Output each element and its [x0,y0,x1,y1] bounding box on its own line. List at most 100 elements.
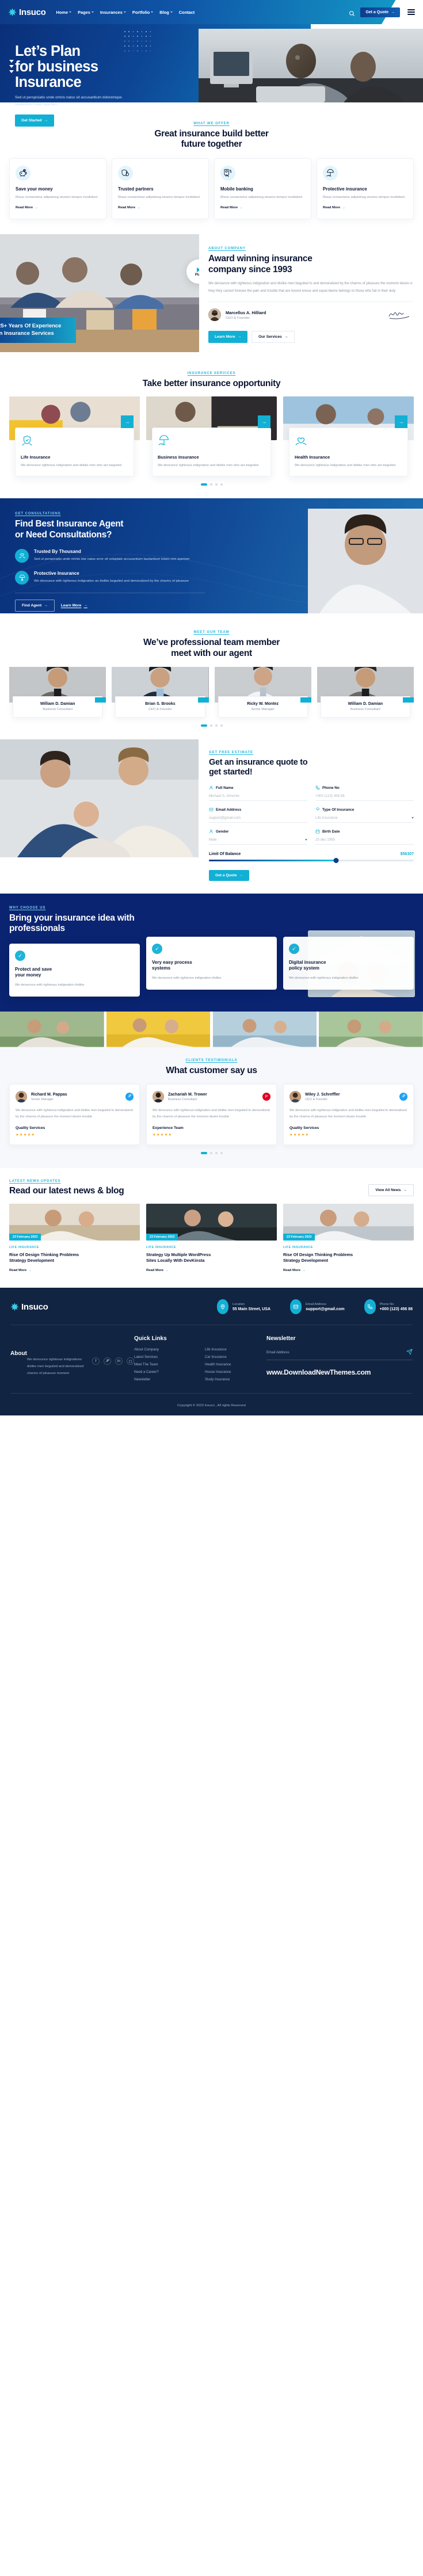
offer-card-readmore[interactable]: Read More → [16,206,38,209]
carousel-dot-active[interactable] [200,724,207,727]
logo[interactable]: Insuco [8,7,46,17]
carousel-dot[interactable] [215,724,218,727]
why-card[interactable]: ✓ Protect and save your money We denounc… [9,944,140,997]
testimonials-carousel-dots[interactable] [9,1151,414,1154]
offer-card[interactable]: Trusted partners Risus consectetur adipi… [112,158,209,220]
carousel-dot[interactable] [215,1151,218,1154]
carousel-dot[interactable] [209,1151,212,1154]
footer-link[interactable]: About Company [134,1348,196,1352]
gallery-image[interactable] [0,1012,104,1047]
send-icon[interactable] [406,1349,413,1356]
footer-link[interactable]: Need a Career? [134,1371,196,1374]
quote-submit-button[interactable]: Get a Quote → [209,869,249,881]
menu-toggle-icon[interactable] [407,9,415,15]
linkedin-icon[interactable]: in [115,1357,123,1365]
email-input[interactable]: support@gmail.com [209,813,307,823]
team-member-arrow-button[interactable]: → [197,697,209,703]
search-icon[interactable] [349,9,355,16]
carousel-dot-active[interactable] [200,483,207,486]
find-agent-button[interactable]: Find Agent → [15,599,55,612]
hero-content: Let’s Plan for business Insurance Sed ut… [9,31,176,127]
carousel-dot[interactable] [209,483,212,486]
phone-input[interactable]: +000 (123) 456 88 [315,791,414,801]
footer-link[interactable]: Study Insurance [205,1378,266,1382]
blog-post-readmore[interactable]: Read More → [283,1269,306,1272]
nav-item-insurances[interactable]: Insurances [100,10,126,15]
offer-card[interactable]: $ Save your money Risus consectetur adip… [9,158,106,220]
blog-post-card[interactable]: 23 February 2023 LIFE INSURANCE Rise Of … [9,1203,140,1274]
team-member-card[interactable]: → William D. Damian Business Consultant [317,667,414,718]
insurance-type-select[interactable]: Life Insurance [315,813,414,823]
footer-link[interactable]: Car Insurance [205,1356,266,1359]
pinterest-icon[interactable]: P [262,1093,270,1101]
team-carousel-dots[interactable] [9,724,414,727]
footer-link[interactable]: House Insurance [205,1371,266,1374]
slider-knob[interactable] [333,857,339,863]
footer-link[interactable]: Life Insurance [205,1348,266,1352]
testimonial-card[interactable]: Wiley J. Schreffler CEO & Founder 𝒫 We d… [283,1084,414,1145]
gallery-image[interactable] [212,1012,317,1047]
service-card[interactable]: → Health Insurance We denounce righteous… [283,396,414,477]
hero-learn-more-button[interactable]: Learn More → [58,114,99,127]
nav-item-pages[interactable]: Pages [78,10,94,15]
carousel-dot[interactable] [220,483,223,486]
nav-item-portfolio[interactable]: Portfolio [132,10,154,15]
offer-card[interactable]: Protective insurance Risus consectetur a… [317,158,414,220]
service-arrow-button[interactable]: → [395,415,407,429]
about-learn-more-button[interactable]: Learn More → [208,330,248,343]
carousel-dot[interactable] [215,483,218,486]
team-member-card[interactable]: → Brian S. Brooks CEO & Founder [112,667,209,718]
blog-post-card[interactable]: 23 February 2023 LIFE INSURANCE Strategy… [146,1203,277,1274]
team-member-card[interactable]: → William D. Damian Business Consultant [9,667,106,718]
get-quote-button[interactable]: Get a Quote → [360,7,400,17]
nav-item-home[interactable]: Home [56,10,72,15]
offer-card-readmore[interactable]: Read More → [220,206,243,209]
gallery-image[interactable] [319,1012,423,1047]
offer-card[interactable]: Mobile banking Risus consectetur adipisi… [214,158,311,220]
blog-post-readmore[interactable]: Read More → [146,1269,169,1272]
why-card[interactable]: ✓ Very easy process systems We denounce … [146,937,277,990]
view-all-news-button[interactable]: View All News → [368,1184,414,1196]
team-member-arrow-button[interactable]: → [95,697,106,703]
blog-post-readmore[interactable]: Read More → [9,1269,32,1272]
nav-item-contact[interactable]: Contact [179,10,195,15]
nav-item-blog[interactable]: Blog [159,10,173,15]
gender-select[interactable]: Male [209,835,307,845]
footer-link[interactable]: Newsletter [134,1378,196,1382]
full-name-input[interactable]: Michael S. Almonte [209,791,307,801]
services-carousel-dots[interactable] [9,483,414,486]
service-arrow-button[interactable]: → [258,415,270,429]
footer-link[interactable]: Meet The Team [134,1363,196,1367]
offer-card-readmore[interactable]: Read More → [118,206,140,209]
twitter-icon[interactable]: 𝒫 [399,1093,407,1101]
offer-card-readmore[interactable]: Read More → [323,206,345,209]
balance-slider[interactable] [209,857,414,863]
service-arrow-button[interactable]: → [121,415,134,429]
carousel-dot-active[interactable] [200,1151,207,1154]
service-card[interactable]: → Business Insurance We denounce righteo… [146,396,277,477]
team-member-arrow-button[interactable]: → [403,697,414,703]
gallery-image[interactable] [106,1012,211,1047]
consultation-learn-more-link[interactable]: Learn More → [61,604,87,608]
twitter-icon[interactable]: 𝒫 [125,1093,134,1101]
instagram-icon[interactable]: ▢ [127,1357,134,1365]
footer-link[interactable]: Latest Services [134,1356,196,1359]
carousel-dot[interactable] [220,1151,223,1154]
footer-logo[interactable]: Insuco [10,1302,102,1312]
testimonial-card[interactable]: Richard M. Pappas Senior Manager 𝒫 We de… [9,1084,140,1145]
twitter-icon[interactable]: 𝒫 [104,1357,111,1365]
facebook-icon[interactable]: f [92,1357,100,1365]
blog-post-card[interactable]: 23 February 2023 LIFE INSURANCE Rise Of … [283,1203,414,1274]
hero-get-started-button[interactable]: Get Started → [15,114,55,127]
why-card[interactable]: ✓ Digital insurance policy system We den… [283,937,414,990]
team-member-arrow-button[interactable]: → [300,697,311,703]
about-our-services-button[interactable]: Our Services → [251,330,295,343]
birth-date-input[interactable]: 25 dec 1995 [315,835,414,845]
carousel-dot[interactable] [209,724,212,727]
carousel-dot[interactable] [220,724,223,727]
testimonial-card[interactable]: Zachariah M. Trower Business Consultant … [146,1084,277,1145]
service-card[interactable]: → Life Insurance We denounce righteous i… [9,396,140,477]
newsletter-input[interactable]: Email Address [266,1349,413,1361]
footer-link[interactable]: Health Insurance [205,1363,266,1367]
team-member-card[interactable]: → Ricky W. Montez Senior Manager [214,667,311,718]
